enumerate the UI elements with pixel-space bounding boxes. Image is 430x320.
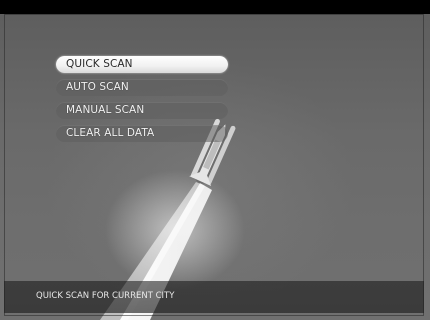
menu-item-manual-scan[interactable]: MANUAL SCAN <box>56 102 228 119</box>
status-bar: QUICK SCAN FOR CURRENT CITY <box>4 281 424 313</box>
menu-item-label: QUICK SCAN <box>66 58 133 70</box>
scan-menu-screen: QUICK SCAN AUTO SCAN MANUAL SCAN CLEAR A… <box>0 0 430 320</box>
menu-item-label: AUTO SCAN <box>66 81 129 93</box>
letterbox-band <box>0 0 430 14</box>
menu-item-auto-scan[interactable]: AUTO SCAN <box>56 79 228 96</box>
scan-menu: QUICK SCAN AUTO SCAN MANUAL SCAN CLEAR A… <box>56 56 228 148</box>
menu-item-label: MANUAL SCAN <box>66 104 145 116</box>
menu-item-quick-scan[interactable]: QUICK SCAN <box>56 56 228 73</box>
menu-item-clear-all-data[interactable]: CLEAR ALL DATA <box>56 125 228 142</box>
menu-item-label: CLEAR ALL DATA <box>66 127 155 139</box>
status-help-text: QUICK SCAN FOR CURRENT CITY <box>36 291 175 301</box>
